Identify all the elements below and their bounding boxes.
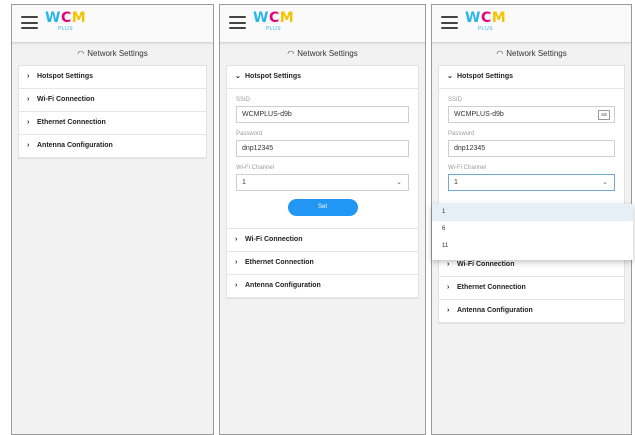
screen-hotspot-expanded: WCM PLUS ◠ Network Settings ⌄ Hotspot Sett… (219, 4, 426, 435)
wifi-connection-header[interactable]: › Wi-Fi Connection (227, 229, 418, 252)
channel-option[interactable]: 6 (432, 221, 633, 238)
chevron-right-icon: › (27, 73, 30, 80)
chevron-down-icon: ⌄ (396, 179, 402, 186)
password-input[interactable]: dnp12345 (448, 140, 615, 157)
wcm-plus-logo: WCM PLUS (465, 10, 507, 32)
settings-accordion: ⌄ Hotspot Settings SSID WCMPLUS-d9b Passw… (226, 65, 419, 299)
settings-accordion: › Hotspot Settings › Wi-Fi Connection › Eth… (18, 65, 207, 159)
antenna-configuration-header[interactable]: › Antenna Configuration (19, 135, 206, 158)
antenna-configuration-header[interactable]: › Antenna Configuration (439, 300, 624, 323)
hotspot-settings-form: SSID WCMPLUS-d9b Password dnp12345 Wi-Fi… (227, 89, 418, 229)
password-label: Password (448, 131, 475, 137)
chevron-down-icon: ⌄ (602, 179, 608, 186)
hamburger-menu-icon[interactable] (441, 16, 458, 29)
chevron-right-icon: › (447, 307, 450, 314)
ssid-label: SSID (448, 97, 463, 103)
settings-accordion: ⌄ Hotspot Settings SSID WCMPLUS-d9b ⌨ Pass… (438, 65, 625, 324)
screen-collapsed: WCM PLUS ◠ Network Settings › Hotspot Sett… (11, 4, 214, 435)
ethernet-connection-header[interactable]: › Ethernet Connection (227, 252, 418, 275)
password-label: Password (236, 131, 263, 137)
page-title: ◠ Network Settings (77, 49, 148, 58)
chevron-right-icon: › (27, 96, 30, 103)
ethernet-connection-header[interactable]: › Ethernet Connection (19, 112, 206, 135)
wifi-icon: ◠ (77, 49, 85, 58)
top-bar: WCM PLUS (12, 5, 213, 43)
hotspot-settings-header[interactable]: ⌄ Hotspot Settings (227, 66, 418, 89)
chevron-right-icon: › (235, 236, 238, 243)
hotspot-settings-header[interactable]: › Hotspot Settings (19, 66, 206, 89)
chevron-right-icon: › (27, 119, 30, 126)
top-bar: WCM PLUS (220, 5, 425, 43)
chevron-right-icon: › (235, 259, 238, 266)
chevron-right-icon: › (27, 142, 30, 149)
ethernet-connection-header[interactable]: › Ethernet Connection (439, 277, 624, 300)
chevron-right-icon: › (447, 284, 450, 291)
wifi-channel-dropdown: 1 6 11 (432, 204, 633, 260)
wifi-icon: ◠ (496, 49, 504, 58)
wifi-channel-select[interactable]: 1 ⌄ (236, 174, 409, 191)
channel-option[interactable]: 1 (432, 204, 633, 221)
chevron-down-icon: ⌄ (235, 73, 241, 80)
wifi-icon: ◠ (287, 49, 295, 58)
wifi-channel-label: Wi-Fi Channel (448, 165, 487, 171)
set-button[interactable]: Set (287, 199, 358, 216)
page-title: ◠ Network Settings (287, 49, 358, 58)
wifi-connection-header[interactable]: › Wi-Fi Connection (19, 89, 206, 112)
ssid-input[interactable]: WCMPLUS-d9b (236, 106, 409, 123)
chevron-down-icon: ⌄ (447, 73, 453, 80)
hotspot-settings-header[interactable]: ⌄ Hotspot Settings (439, 66, 624, 89)
chevron-right-icon: › (235, 282, 238, 289)
top-bar: WCM PLUS (432, 5, 631, 43)
wcm-plus-logo: WCM PLUS (253, 10, 295, 32)
hamburger-menu-icon[interactable] (21, 16, 38, 29)
password-input[interactable]: dnp12345 (236, 140, 409, 157)
ssid-label: SSID (236, 97, 251, 103)
ssid-input[interactable]: WCMPLUS-d9b ⌨ (448, 106, 615, 123)
wcm-plus-logo: WCM PLUS (45, 10, 87, 32)
keyboard-icon[interactable]: ⌨ (598, 110, 610, 120)
channel-option[interactable]: 11 (432, 238, 633, 255)
page-title: ◠ Network Settings (496, 49, 567, 58)
hamburger-menu-icon[interactable] (229, 16, 246, 29)
antenna-configuration-header[interactable]: › Antenna Configuration (227, 275, 418, 298)
wifi-channel-label: Wi-Fi Channel (236, 165, 275, 171)
wifi-channel-select[interactable]: 1 ⌄ (448, 174, 615, 191)
